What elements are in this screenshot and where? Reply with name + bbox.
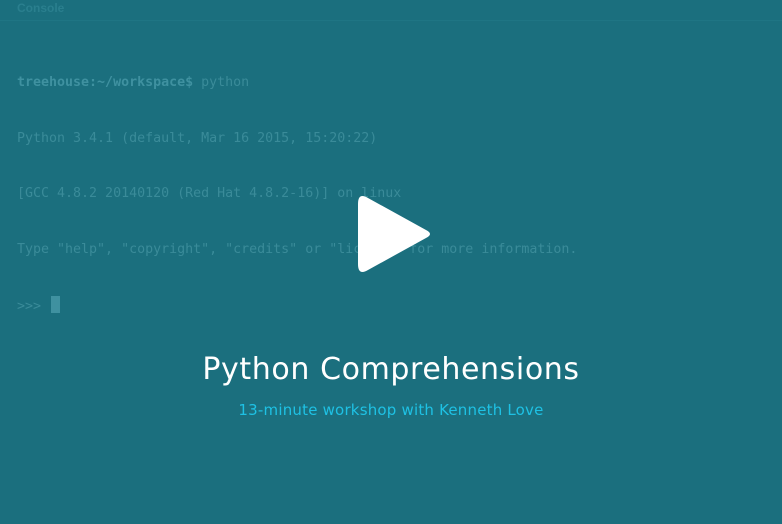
- play-button[interactable]: [356, 194, 432, 274]
- video-title: Python Comprehensions: [202, 352, 580, 387]
- video-player[interactable]: Console treehouse:~/workspace$ python Py…: [0, 0, 782, 524]
- video-overlay: Python Comprehensions 13-minute workshop…: [0, 0, 782, 524]
- video-subtitle: 13-minute workshop with Kenneth Love: [238, 401, 544, 419]
- play-icon: [358, 196, 430, 272]
